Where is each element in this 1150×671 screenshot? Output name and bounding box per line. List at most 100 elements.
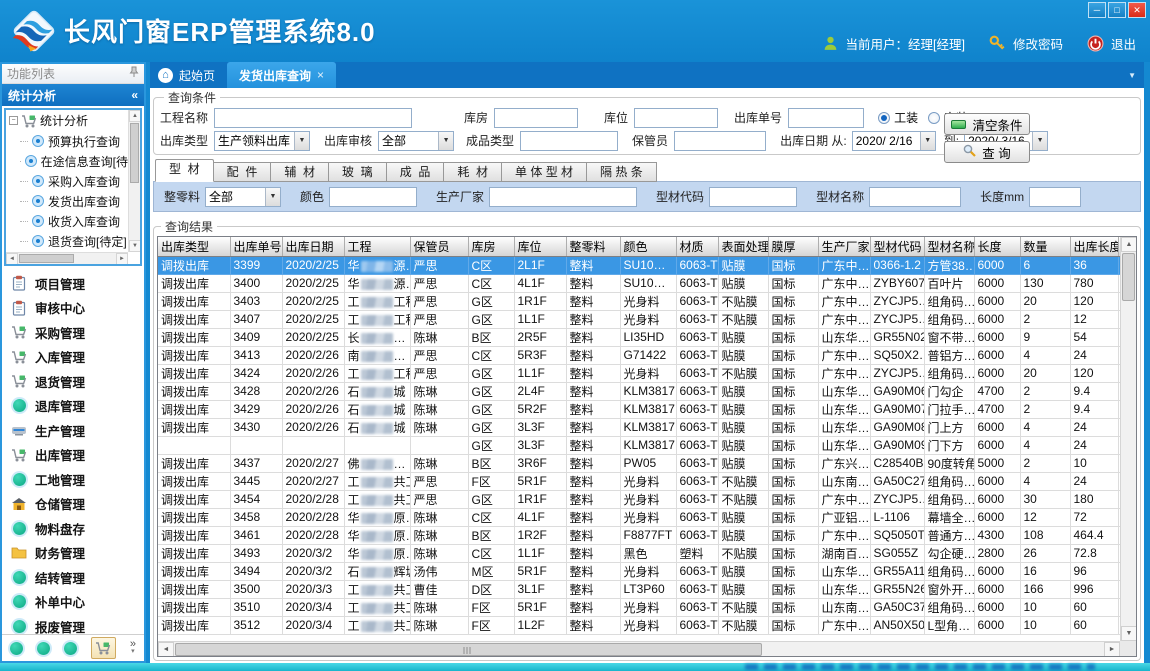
sidebar-item[interactable]: 补单中心 (2, 590, 144, 615)
table-row[interactable]: 调拨出库35122020/3/4工共工程陈琳F区1L2F整料光身料6063-T5… (158, 616, 1137, 634)
sidebar-item[interactable]: 退货管理 (2, 369, 144, 394)
tree-item[interactable]: 发货出库查询 (6, 191, 128, 211)
location-input[interactable] (634, 108, 718, 128)
dropdown-arrow-icon[interactable]: ▼ (438, 132, 453, 150)
tab-list-dropdown-icon[interactable]: ▼ (1128, 62, 1144, 88)
column-header[interactable]: 膜厚 (768, 237, 818, 256)
pin-icon[interactable] (129, 66, 139, 81)
tree-item[interactable]: 收货入库查询 (6, 211, 128, 231)
column-header[interactable]: 出库长度 (1070, 237, 1118, 256)
table-row[interactable]: 调拨出库34452020/2/27工共工程严思F区5R1F整料光身料6063-T… (158, 472, 1137, 490)
sidebar-item[interactable]: 物料盘存 (2, 516, 144, 541)
profile-name-input[interactable] (869, 187, 961, 207)
tree-item[interactable]: 退货查询[待定] (6, 231, 128, 251)
audit-select[interactable]: 全部 ▼ (378, 131, 454, 151)
column-header[interactable]: 保管员 (410, 237, 468, 256)
column-header[interactable]: 材质 (676, 237, 718, 256)
column-header[interactable]: 工程 (344, 237, 410, 256)
tree-horizontal-scrollbar[interactable]: ◄ ► (6, 252, 128, 264)
profile-code-input[interactable] (709, 187, 797, 207)
table-row[interactable]: 调拨出库34542020/2/28工共工程严思G区1R1F整料光身料6063-T… (158, 490, 1137, 508)
table-row[interactable]: 调拨出库35102020/3/4工共工程陈琳F区5R1F整料光身料6063-T5… (158, 598, 1137, 616)
table-row[interactable]: 调拨出库34372020/2/27佛…陈琳B区3R6F整料PW056063-T5… (158, 454, 1137, 472)
keeper-input[interactable] (674, 131, 766, 151)
sidebar-item[interactable]: 结转管理 (2, 565, 144, 590)
scroll-up-icon[interactable]: ▲ (129, 110, 141, 122)
scroll-down-icon[interactable]: ▼ (1121, 626, 1137, 641)
column-header[interactable]: 颜色 (620, 237, 676, 256)
material-tab[interactable]: 耗 材 (444, 162, 502, 182)
vertical-scrollbar[interactable]: ▲ ▼ (1120, 237, 1136, 641)
table-row[interactable]: 调拨出库34072020/2/25工工程严思G区1L1F整料光身料6063-T5… (158, 310, 1137, 328)
warehouse-input[interactable] (494, 108, 578, 128)
out-type-select[interactable]: 生产领料出库 ▼ (214, 131, 310, 151)
material-tab[interactable]: 配 件 (214, 162, 272, 182)
sidebar-item[interactable]: 采购管理 (2, 320, 144, 345)
table-row[interactable]: 调拨出库34582020/2/28华原…陈琳C区4L1F整料光身料6063-T5… (158, 508, 1137, 526)
scroll-down-icon[interactable]: ▼ (129, 240, 141, 252)
scroll-right-icon[interactable]: ► (1104, 642, 1120, 657)
table-row[interactable]: 调拨出库35002020/3/3工共工程曹佳D区3L1F整料LT3P606063… (158, 580, 1137, 598)
project-name-input[interactable] (214, 108, 412, 128)
column-header[interactable]: 出库日期 (282, 237, 344, 256)
material-tab[interactable]: 隔 热 条 (587, 162, 657, 182)
scroll-up-icon[interactable]: ▲ (1121, 237, 1137, 252)
sidebar-section-statistics[interactable]: 统计分析 « (2, 84, 144, 106)
tree-vertical-scrollbar[interactable]: ▲ ▼ (128, 110, 140, 252)
material-tab[interactable]: 成 品 (387, 162, 445, 182)
sidebar-item[interactable]: 仓储管理 (2, 492, 144, 517)
tree-item[interactable]: 预算执行查询 (6, 131, 128, 151)
table-row[interactable]: 调拨出库34002020/2/25华源…严思C区4L1F整料SU10…6063-… (158, 274, 1137, 292)
tab-shipping-outbound-query[interactable]: 发货出库查询 × (227, 62, 336, 88)
sidebar-item[interactable]: 生产管理 (2, 418, 144, 443)
column-header[interactable]: 数量 (1020, 237, 1070, 256)
sidebar-item[interactable]: 财务管理 (2, 541, 144, 566)
column-header[interactable]: 库位 (514, 237, 566, 256)
horizontal-scrollbar[interactable]: ◄ ► (158, 641, 1120, 656)
table-row[interactable]: 调拨出库34032020/2/25工工程严思G区1R1F整料光身料6063-T5… (158, 292, 1137, 310)
table-row[interactable]: 调拨出库33992020/2/25华源…严思C区2L1F整料SU10…6063-… (158, 256, 1137, 274)
sidebar-item[interactable]: 报废管理 (2, 614, 144, 634)
toolbar-button-2[interactable] (37, 642, 50, 655)
sidebar-item[interactable]: 项目管理 (2, 271, 144, 296)
material-tab[interactable]: 辅 材 (271, 162, 329, 182)
minimize-button[interactable]: ─ (1088, 2, 1106, 18)
scroll-right-icon[interactable]: ► (116, 253, 128, 265)
dropdown-arrow-icon[interactable]: ▼ (265, 188, 280, 206)
column-header[interactable]: 整零料 (566, 237, 620, 256)
toolbar-button-3[interactable] (64, 642, 77, 655)
table-row[interactable]: 调拨出库34932020/3/2华原…陈琳C区1L1F整料黑色塑料不贴膜国标湖南… (158, 544, 1137, 562)
logout-link[interactable]: 退出 (1111, 34, 1136, 53)
table-row[interactable]: 调拨出库34132020/2/26南…严思C区5R3F整料G714226063-… (158, 346, 1137, 364)
radio-industrial[interactable]: 工装 (878, 109, 918, 126)
scrollbar-thumb[interactable] (19, 254, 74, 263)
table-row[interactable]: 调拨出库34612020/2/28华原…陈琳B区1R2F整料F8877FT606… (158, 526, 1137, 544)
tab-close-icon[interactable]: × (317, 68, 324, 82)
toolbar-button-1[interactable] (10, 642, 23, 655)
scroll-left-icon[interactable]: ◄ (6, 253, 18, 265)
column-header[interactable]: 出库类型 (158, 237, 230, 256)
sidebar-item[interactable]: 工地管理 (2, 467, 144, 492)
dropdown-arrow-icon[interactable]: ▼ (1032, 132, 1047, 150)
statistics-group-button[interactable] (91, 637, 116, 659)
tree-expander-icon[interactable]: − (9, 116, 18, 125)
tree-item[interactable]: 采购入库查询 (6, 171, 128, 191)
collapse-icon[interactable]: « (131, 88, 138, 102)
column-header[interactable]: 长度 (974, 237, 1020, 256)
close-button[interactable]: ✕ (1128, 2, 1146, 18)
dropdown-arrow-icon[interactable]: ▼ (920, 132, 935, 150)
tab-home[interactable]: ⌂ 起始页 (150, 62, 227, 88)
clear-conditions-button[interactable]: 清空条件 (944, 113, 1030, 135)
table-row[interactable]: 调拨出库34282020/2/26石城陈琳G区2L4F整料KLM38176063… (158, 382, 1137, 400)
tree-item[interactable]: 在途信息查询[待 (6, 151, 128, 171)
length-input[interactable] (1029, 187, 1081, 207)
material-tab[interactable]: 玻 璃 (329, 162, 387, 182)
product-type-input[interactable] (520, 131, 618, 151)
material-tab[interactable]: 型 材 (155, 159, 214, 182)
sidebar-item[interactable]: 退库管理 (2, 394, 144, 419)
scrollbar-thumb[interactable] (1122, 253, 1135, 301)
column-header[interactable]: 库房 (468, 237, 514, 256)
maximize-button[interactable]: □ (1108, 2, 1126, 18)
part-select[interactable]: 全部 ▼ (205, 187, 281, 207)
factory-input[interactable] (489, 187, 637, 207)
